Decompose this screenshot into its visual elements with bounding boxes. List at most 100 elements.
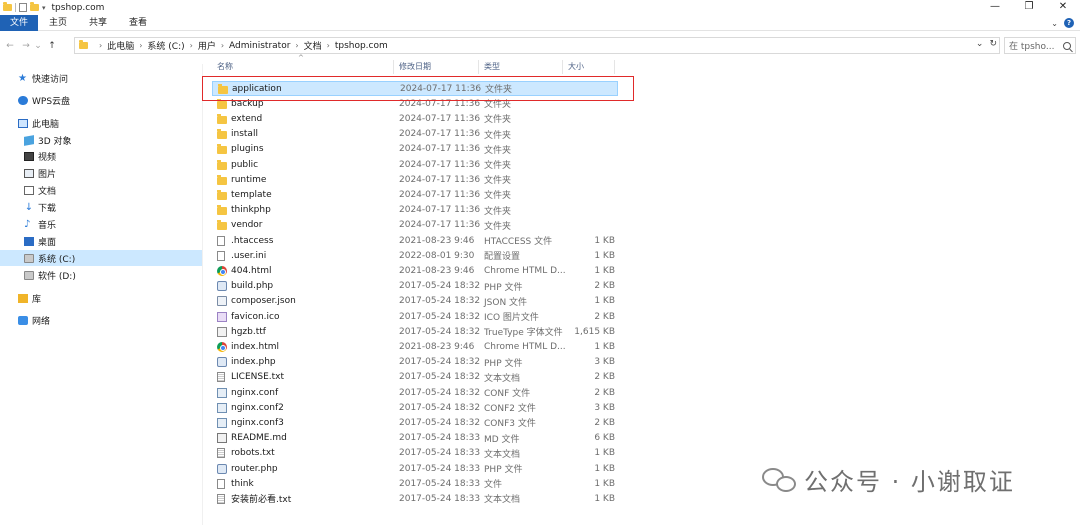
file-row[interactable]: 安装前必看.txt 2017-05-24 18:33 文本文档 1 KB xyxy=(212,491,618,506)
breadcrumb-users[interactable]: 用户 xyxy=(198,39,216,52)
tab-view[interactable]: 查看 xyxy=(118,15,158,31)
sidebar-item-this-pc[interactable]: 此电脑 xyxy=(18,115,59,131)
address-bar[interactable]: › 此电脑 › 系统 (C:) › 用户 › Administrator › 文… xyxy=(74,37,1000,54)
network-icon xyxy=(18,315,28,325)
forward-button[interactable]: → xyxy=(20,41,32,51)
sidebar-item-3d-objects[interactable]: 3D 对象 xyxy=(24,132,72,148)
minimize-button[interactable]: — xyxy=(978,0,1012,15)
file-row[interactable]: nginx.conf2 2017-05-24 18:32 CONF2 文件 3 KB xyxy=(212,400,618,415)
sidebar-item-quick-access[interactable]: ★ 快速访问 xyxy=(18,70,68,86)
folder-row[interactable]: public 2024-07-17 11:36 文件夹 xyxy=(212,157,618,172)
toolbar-divider xyxy=(15,3,16,12)
tab-file[interactable]: 文件 xyxy=(0,14,39,31)
file-name-cell: plugins xyxy=(217,144,264,155)
desktop-icon xyxy=(24,236,34,246)
tab-share[interactable]: 共享 xyxy=(78,15,118,31)
file-row[interactable]: nginx.conf3 2017-05-24 18:32 CONF3 文件 2 KB xyxy=(212,415,618,430)
file-row[interactable]: think 2017-05-24 18:33 文件 1 KB xyxy=(212,476,618,491)
chevron-right-icon[interactable]: › xyxy=(327,41,330,50)
file-row[interactable]: README.md 2017-05-24 18:33 MD 文件 6 KB xyxy=(212,431,618,446)
sidebar-item-network[interactable]: 网络 xyxy=(18,312,50,328)
breadcrumb-tpshop[interactable]: tpshop.com xyxy=(335,41,388,51)
sidebar-item-libraries[interactable]: 库 xyxy=(18,290,41,306)
recent-locations-button[interactable]: ⌄ xyxy=(34,41,42,51)
sidebar-item-label: 此电脑 xyxy=(32,119,60,130)
sidebar-item-documents[interactable]: 文档 xyxy=(24,182,56,198)
php-file-icon xyxy=(217,463,227,474)
chevron-right-icon[interactable]: › xyxy=(99,41,102,50)
sidebar-item-desktop[interactable]: 桌面 xyxy=(24,233,56,249)
file-name-cell: 安装前必看.txt xyxy=(217,492,291,505)
sidebar-item-downloads[interactable]: ↓ 下载 xyxy=(24,199,56,215)
file-row[interactable]: robots.txt 2017-05-24 18:33 文本文档 1 KB xyxy=(212,446,618,461)
file-name-cell: extend xyxy=(217,113,262,124)
file-row[interactable]: 404.html 2021-08-23 9:46 Chrome HTML D... 1… xyxy=(212,263,618,278)
file-row[interactable]: nginx.conf 2017-05-24 18:32 CONF 文件 2 KB xyxy=(212,385,618,400)
column-header-size[interactable]: 大小 xyxy=(563,60,615,74)
file-row[interactable]: favicon.ico 2017-05-24 18:32 ICO 图片文件 2 KB xyxy=(212,309,618,324)
file-row[interactable]: .user.ini 2022-08-01 9:30 配置设置 1 KB xyxy=(212,248,618,263)
ribbon-right-controls: ⌄ ? xyxy=(1051,15,1074,31)
file-row[interactable]: .htaccess 2021-08-23 9:46 HTACCESS 文件 1 KB xyxy=(212,233,618,248)
new-folder-icon[interactable] xyxy=(30,2,39,11)
chrome-html-icon xyxy=(217,265,227,276)
file-row[interactable]: router.php 2017-05-24 18:33 PHP 文件 1 KB xyxy=(212,461,618,476)
file-name-cell: install xyxy=(217,129,258,140)
sidebar-item-music[interactable]: ♪ 音乐 xyxy=(24,216,56,232)
sidebar-item-pictures[interactable]: 图片 xyxy=(24,165,56,181)
folder-row[interactable]: thinkphp 2024-07-17 11:36 文件夹 xyxy=(212,203,618,218)
folder-row[interactable]: vendor 2024-07-17 11:36 文件夹 xyxy=(212,218,618,233)
file-row[interactable]: index.html 2021-08-23 9:46 Chrome HTML D..… xyxy=(212,339,618,354)
address-dropdown-icon[interactable]: ⌄ xyxy=(976,39,984,49)
file-name-cell: 404.html xyxy=(217,265,272,276)
breadcrumb-documents[interactable]: 文档 xyxy=(304,39,322,52)
maximize-button[interactable]: ❐ xyxy=(1012,0,1046,15)
help-icon[interactable]: ? xyxy=(1064,18,1074,28)
refresh-icon[interactable]: ↻ xyxy=(989,39,997,49)
folder-row[interactable]: runtime 2024-07-17 11:36 文件夹 xyxy=(212,172,618,187)
file-row[interactable]: index.php 2017-05-24 18:32 PHP 文件 3 KB xyxy=(212,355,618,370)
file-row[interactable]: composer.json 2017-05-24 18:32 JSON 文件 1 KB xyxy=(212,294,618,309)
chevron-right-icon[interactable]: › xyxy=(221,41,224,50)
file-date: 2021-08-23 9:46 xyxy=(399,235,475,246)
chevron-right-icon[interactable]: › xyxy=(190,41,193,50)
column-header-name[interactable]: 名称 xyxy=(212,60,394,74)
file-row[interactable]: build.php 2017-05-24 18:32 PHP 文件 2 KB xyxy=(212,279,618,294)
close-button[interactable]: ✕ xyxy=(1046,0,1080,15)
file-size: 2 KB xyxy=(594,281,615,292)
column-header-type[interactable]: 类型 xyxy=(479,60,563,74)
file-name-cell: .htaccess xyxy=(217,235,273,246)
breadcrumb-drive-c[interactable]: 系统 (C:) xyxy=(147,39,184,52)
file-type: Chrome HTML D... xyxy=(484,265,566,276)
file-row[interactable]: LICENSE.txt 2017-05-24 18:32 文本文档 2 KB xyxy=(212,370,618,385)
properties-icon[interactable] xyxy=(19,3,27,12)
chevron-right-icon[interactable]: › xyxy=(139,41,142,50)
back-button[interactable]: ← xyxy=(4,41,16,51)
breadcrumb-this-pc[interactable]: 此电脑 xyxy=(107,39,134,52)
customize-toolbar-icon[interactable]: ▾ xyxy=(42,4,46,12)
up-button[interactable]: ↑ xyxy=(46,41,58,51)
column-header-date[interactable]: 修改日期 xyxy=(394,60,479,74)
folder-row[interactable]: extend 2024-07-17 11:36 文件夹 xyxy=(212,111,618,126)
folder-row[interactable]: install 2024-07-17 11:36 文件夹 xyxy=(212,127,618,142)
sidebar-item-drive-d[interactable]: 软件 (D:) xyxy=(24,267,76,283)
expand-ribbon-icon[interactable]: ⌄ xyxy=(1051,19,1058,28)
search-input[interactable]: 在 tpsho... xyxy=(1004,37,1076,54)
file-date: 2017-05-24 18:32 xyxy=(399,372,481,383)
watermark: 公众号 · 小谢取证 xyxy=(762,462,1015,497)
chevron-right-icon[interactable]: › xyxy=(295,41,298,50)
file-date: 2017-05-24 18:33 xyxy=(399,463,481,474)
breadcrumb-administrator[interactable]: Administrator xyxy=(229,41,290,51)
folder-row[interactable]: plugins 2024-07-17 11:36 文件夹 xyxy=(212,142,618,157)
file-date: 2017-05-24 18:32 xyxy=(399,417,481,428)
search-icon[interactable] xyxy=(1063,41,1071,50)
folder-row[interactable]: template 2024-07-17 11:36 文件夹 xyxy=(212,187,618,202)
file-date: 2024-07-17 11:36 xyxy=(399,129,481,140)
file-row[interactable]: hgzb.ttf 2017-05-24 18:32 TrueType 字体文件 1,6… xyxy=(212,324,618,339)
sidebar-item-videos[interactable]: 视频 xyxy=(24,148,56,164)
pane-divider[interactable] xyxy=(202,64,203,525)
file-name: robots.txt xyxy=(231,448,275,459)
tab-home[interactable]: 主页 xyxy=(38,15,78,31)
sidebar-item-drive-c[interactable]: 系统 (C:) xyxy=(0,250,202,266)
sidebar-item-wps-cloud[interactable]: WPS云盘 xyxy=(18,92,70,108)
